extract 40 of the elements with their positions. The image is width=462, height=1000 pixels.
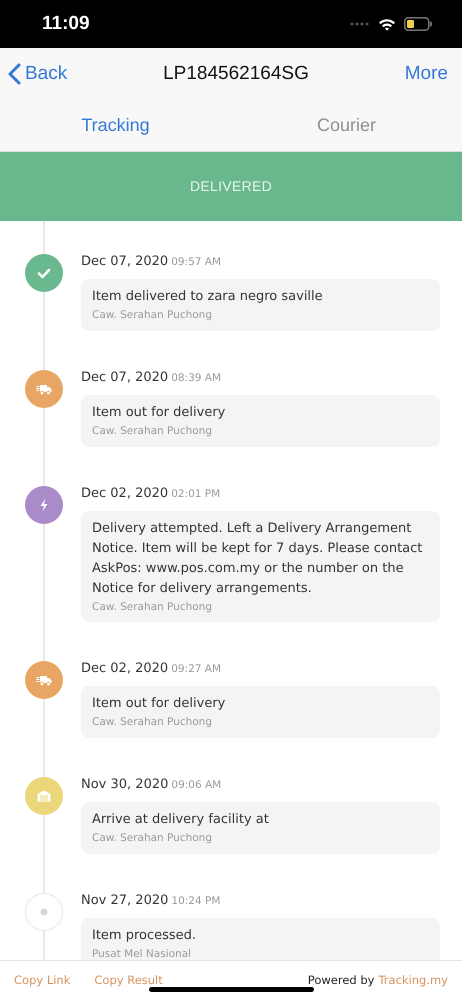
- tab[interactable]: Courier: [231, 112, 462, 139]
- event-time: 09:06 AM: [171, 779, 222, 791]
- event-time: 02:01 PM: [171, 488, 220, 500]
- event-description: Item out for delivery: [92, 695, 226, 714]
- event-time: 09:57 AM: [171, 256, 222, 268]
- event-time: 10:24 PM: [171, 894, 220, 907]
- chevron-left-icon: [8, 63, 21, 85]
- event-location: Caw. Serahan Puchong: [92, 424, 213, 439]
- powered-by-text: Powered by: [308, 972, 374, 989]
- status-banner: DELIVERED: [0, 152, 462, 221]
- status-time: 11:09: [42, 12, 90, 36]
- battery-icon: [404, 17, 432, 31]
- copy-link-button[interactable]: Copy Link: [14, 972, 70, 990]
- event-location: Caw. Serahan Puchong: [92, 831, 213, 846]
- signal-icon: [350, 22, 370, 26]
- event-location: Pusat Mel Nasional: [92, 946, 192, 960]
- event-description: Arrive at delivery facility at: [92, 811, 270, 829]
- event-description: Item processed.: [92, 926, 198, 945]
- event-description: Item out for delivery: [92, 404, 226, 422]
- wifi-icon: [378, 18, 396, 30]
- event-time: 09:27 AM: [171, 663, 222, 676]
- event-date: Dec 02, 2020: [81, 661, 168, 676]
- event-description: Delivery attempted. Left a Delivery Arrangement Notice. Item will be kept for 7 days. Please contact AskPos: www.pos.com.my or the number on the Notice for delivery arrangements.: [92, 520, 424, 598]
- back-button[interactable]: Back: [8, 60, 68, 88]
- copy-result-button[interactable]: Copy Result: [94, 972, 163, 990]
- event-date: Nov 30, 2020: [81, 777, 168, 792]
- event-date: Nov 27, 2020: [81, 892, 168, 908]
- site-link[interactable]: Tracking.my: [378, 972, 448, 990]
- tab[interactable]: Tracking: [0, 112, 231, 139]
- event-location: Caw. Serahan Puchong: [92, 715, 213, 730]
- event-date: Dec 07, 2020: [81, 370, 168, 385]
- event-description: Item delivered to zara negro saville: [92, 288, 324, 306]
- garage-icon: [36, 788, 52, 804]
- event-date: Dec 02, 2020: [81, 486, 168, 500]
- tracking-number-title: LP184562164SG: [163, 62, 309, 86]
- event-date: Dec 07, 2020: [81, 254, 168, 269]
- more-button[interactable]: More: [404, 60, 448, 88]
- event-time: 08:39 AM: [171, 372, 222, 384]
- event-location: Caw. Serahan Puchong: [92, 600, 213, 614]
- event-location: Caw. Serahan Puchong: [92, 308, 213, 323]
